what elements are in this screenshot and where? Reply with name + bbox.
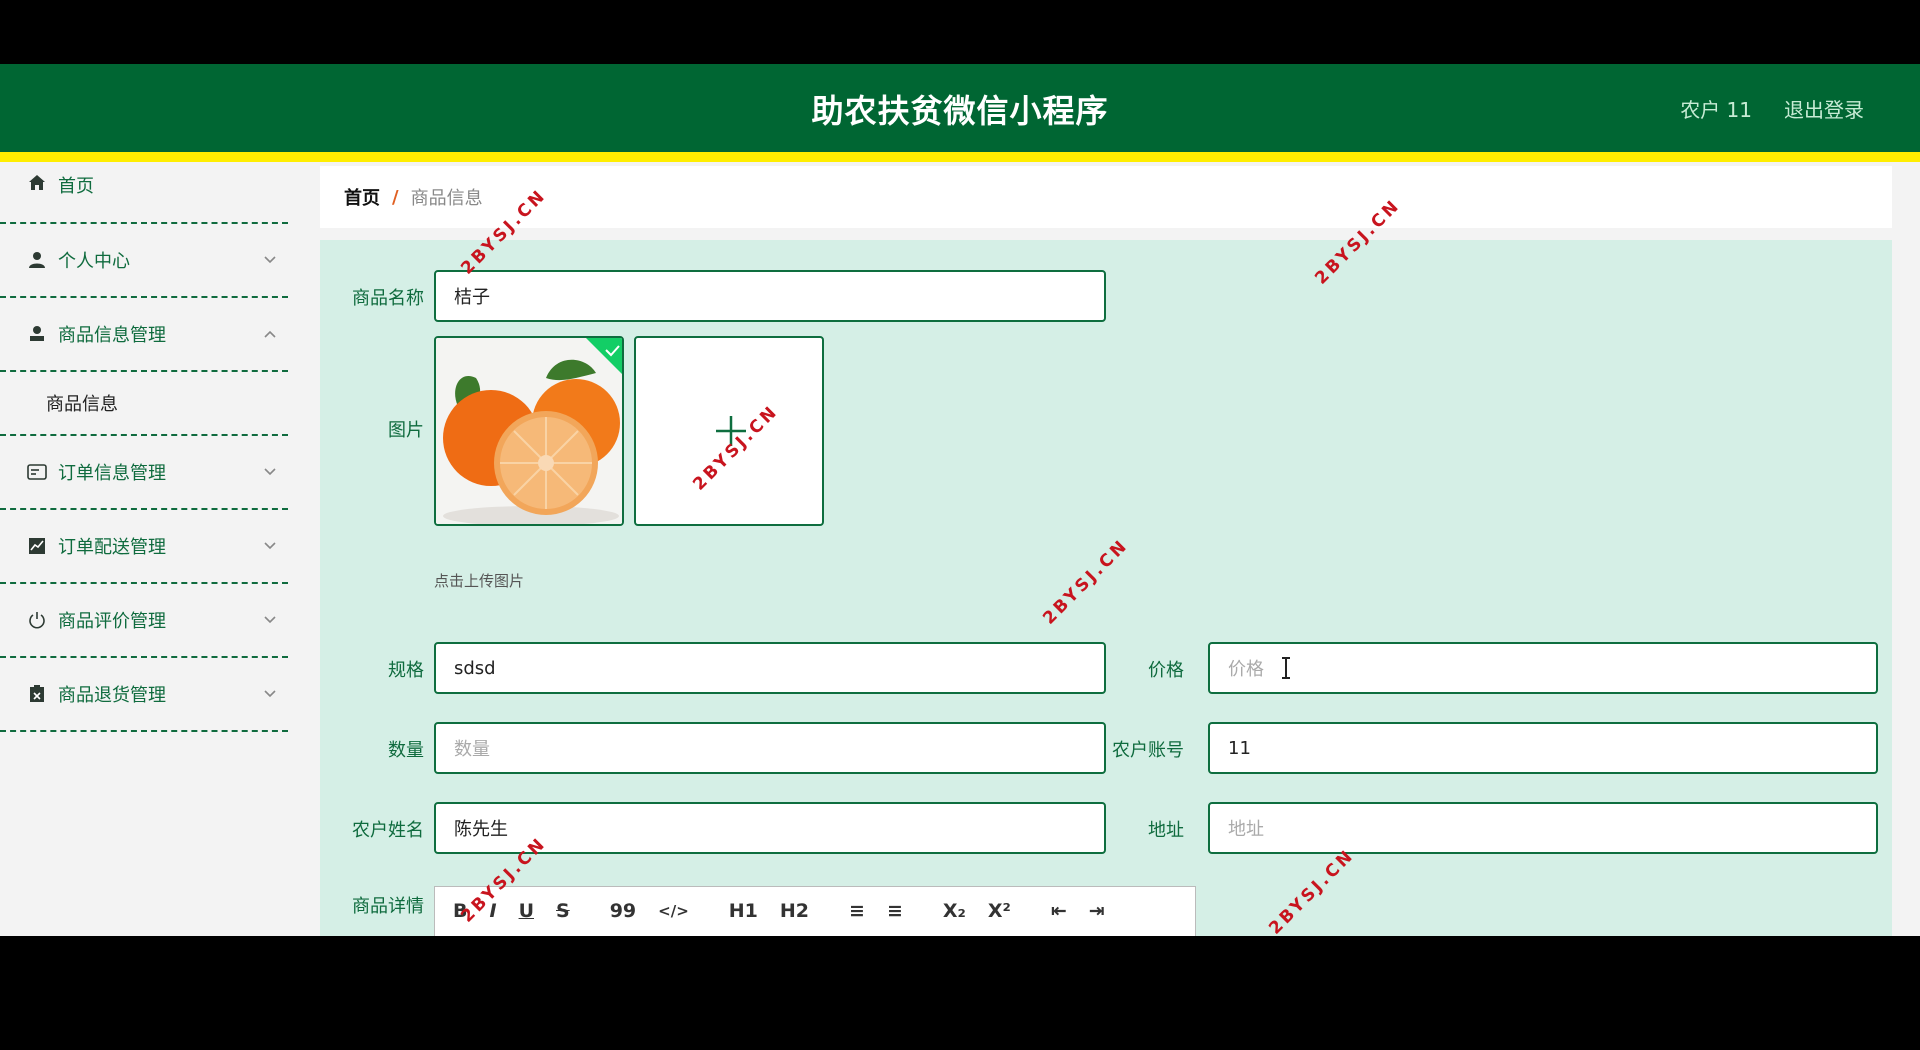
address-label: 地址 — [1148, 820, 1184, 841]
uploaded-image-thumb[interactable] — [434, 336, 624, 526]
top-header: 助农扶贫微信小程序 农户 11 退出登录 — [0, 64, 1920, 162]
sidebar-item-personal-center[interactable]: 个人中心 — [0, 224, 288, 298]
chevron-down-icon — [258, 248, 282, 272]
quote-button[interactable]: 99 — [610, 900, 636, 922]
spec-label: 规格 — [388, 660, 424, 681]
sidebar-item-return-management[interactable]: 商品退货管理 — [0, 658, 288, 732]
text-cursor-icon — [1282, 657, 1290, 679]
bullet-list-button[interactable]: ≡ — [887, 900, 903, 922]
sidebar-item-review-management[interactable]: 商品评价管理 — [0, 584, 288, 658]
goods-name-input[interactable]: 桔子 — [434, 270, 1106, 322]
chevron-down-icon — [258, 682, 282, 706]
chevron-up-icon — [258, 322, 282, 346]
app-title: 助农扶贫微信小程序 — [811, 92, 1109, 130]
clipboard-icon — [26, 683, 48, 705]
detail-editor[interactable]: B I U S 99 </> H1 H2 ≡ ≡ X₂ X² ⇤ ⇥ — [434, 886, 1196, 936]
editor-toolbar: B I U S 99 </> H1 H2 ≡ ≡ X₂ X² ⇤ ⇥ — [435, 887, 1195, 935]
quantity-input[interactable]: 数量 — [434, 722, 1106, 774]
price-input[interactable]: 价格 — [1208, 642, 1878, 694]
sidebar-item-label: 商品评价管理 — [58, 611, 166, 632]
farmer-account-input[interactable]: 11 — [1208, 722, 1878, 774]
outdent-button[interactable]: ⇤ — [1051, 900, 1067, 922]
power-icon — [26, 609, 48, 631]
user-icon — [26, 323, 48, 345]
sidebar-item-label: 商品信息管理 — [58, 325, 166, 346]
chart-icon — [26, 535, 48, 557]
account-label: 农户账号 — [1112, 740, 1184, 761]
breadcrumb: 首页 / 商品信息 — [320, 166, 1892, 228]
header-stripe — [0, 152, 1920, 162]
sidebar-item-goods-management[interactable]: 商品信息管理 — [0, 298, 288, 372]
orange-image — [436, 338, 622, 524]
sidebar-item-label: 订单配送管理 — [58, 537, 166, 558]
sidebar-subitem-goods-info[interactable]: 商品信息 — [0, 372, 288, 436]
italic-button[interactable]: I — [489, 900, 496, 922]
breadcrumb-current: 商品信息 — [410, 188, 483, 209]
chevron-down-icon — [258, 608, 282, 632]
breadcrumb-separator: / — [392, 186, 399, 208]
name-label: 商品名称 — [352, 288, 424, 309]
detail-label: 商品详情 — [352, 896, 424, 917]
price-label: 价格 — [1148, 660, 1184, 681]
bold-button[interactable]: B — [453, 900, 467, 922]
sidebar: 首页 个人中心 商品信息管理 商品信息 订单信息管理 订单配送管理 商品评价管理… — [0, 162, 288, 936]
superscript-button[interactable]: X² — [988, 900, 1011, 922]
farmer-name-label: 农户姓名 — [352, 820, 424, 841]
home-icon — [26, 172, 48, 194]
indent-button[interactable]: ⇥ — [1089, 900, 1105, 922]
code-button[interactable]: </> — [658, 902, 689, 920]
quantity-label: 数量 — [388, 740, 424, 761]
image-label: 图片 — [388, 420, 424, 441]
sidebar-item-delivery-management[interactable]: 订单配送管理 — [0, 510, 288, 584]
card-icon — [26, 461, 48, 483]
image-upload-button[interactable] — [634, 336, 824, 526]
sidebar-item-label: 订单信息管理 — [58, 463, 166, 484]
user-icon — [26, 249, 48, 271]
chevron-down-icon — [258, 460, 282, 484]
sidebar-item-label: 商品退货管理 — [58, 685, 166, 706]
chevron-down-icon — [258, 534, 282, 558]
logout-link[interactable]: 退出登录 — [1784, 94, 1864, 123]
h1-button[interactable]: H1 — [729, 900, 758, 922]
strike-button[interactable]: S — [556, 900, 570, 922]
app-screen: 助农扶贫微信小程序 农户 11 退出登录 首页 个人中心 商品信息管理 商品信息… — [0, 64, 1920, 936]
current-user: 农户 11 — [1680, 98, 1752, 122]
underline-button[interactable]: U — [519, 900, 534, 922]
address-input[interactable]: 地址 — [1208, 802, 1878, 854]
farmer-name-input[interactable]: 陈先生 — [434, 802, 1106, 854]
subscript-button[interactable]: X₂ — [943, 900, 966, 922]
ordered-list-button[interactable]: ≡ — [849, 900, 865, 922]
h2-button[interactable]: H2 — [780, 900, 809, 922]
sidebar-item-home[interactable]: 首页 — [0, 162, 288, 224]
upload-hint: 点击上传图片 — [434, 572, 525, 590]
plus-icon — [716, 416, 746, 446]
sidebar-item-label: 首页 — [58, 176, 94, 197]
breadcrumb-home[interactable]: 首页 — [344, 184, 380, 210]
sidebar-item-label: 个人中心 — [58, 251, 130, 272]
sidebar-item-order-management[interactable]: 订单信息管理 — [0, 436, 288, 510]
goods-form: 商品名称 桔子 图片 点击上传图片 规格 sdsd 价格 价格 数量 数量 农户… — [320, 240, 1892, 936]
spec-input[interactable]: sdsd — [434, 642, 1106, 694]
